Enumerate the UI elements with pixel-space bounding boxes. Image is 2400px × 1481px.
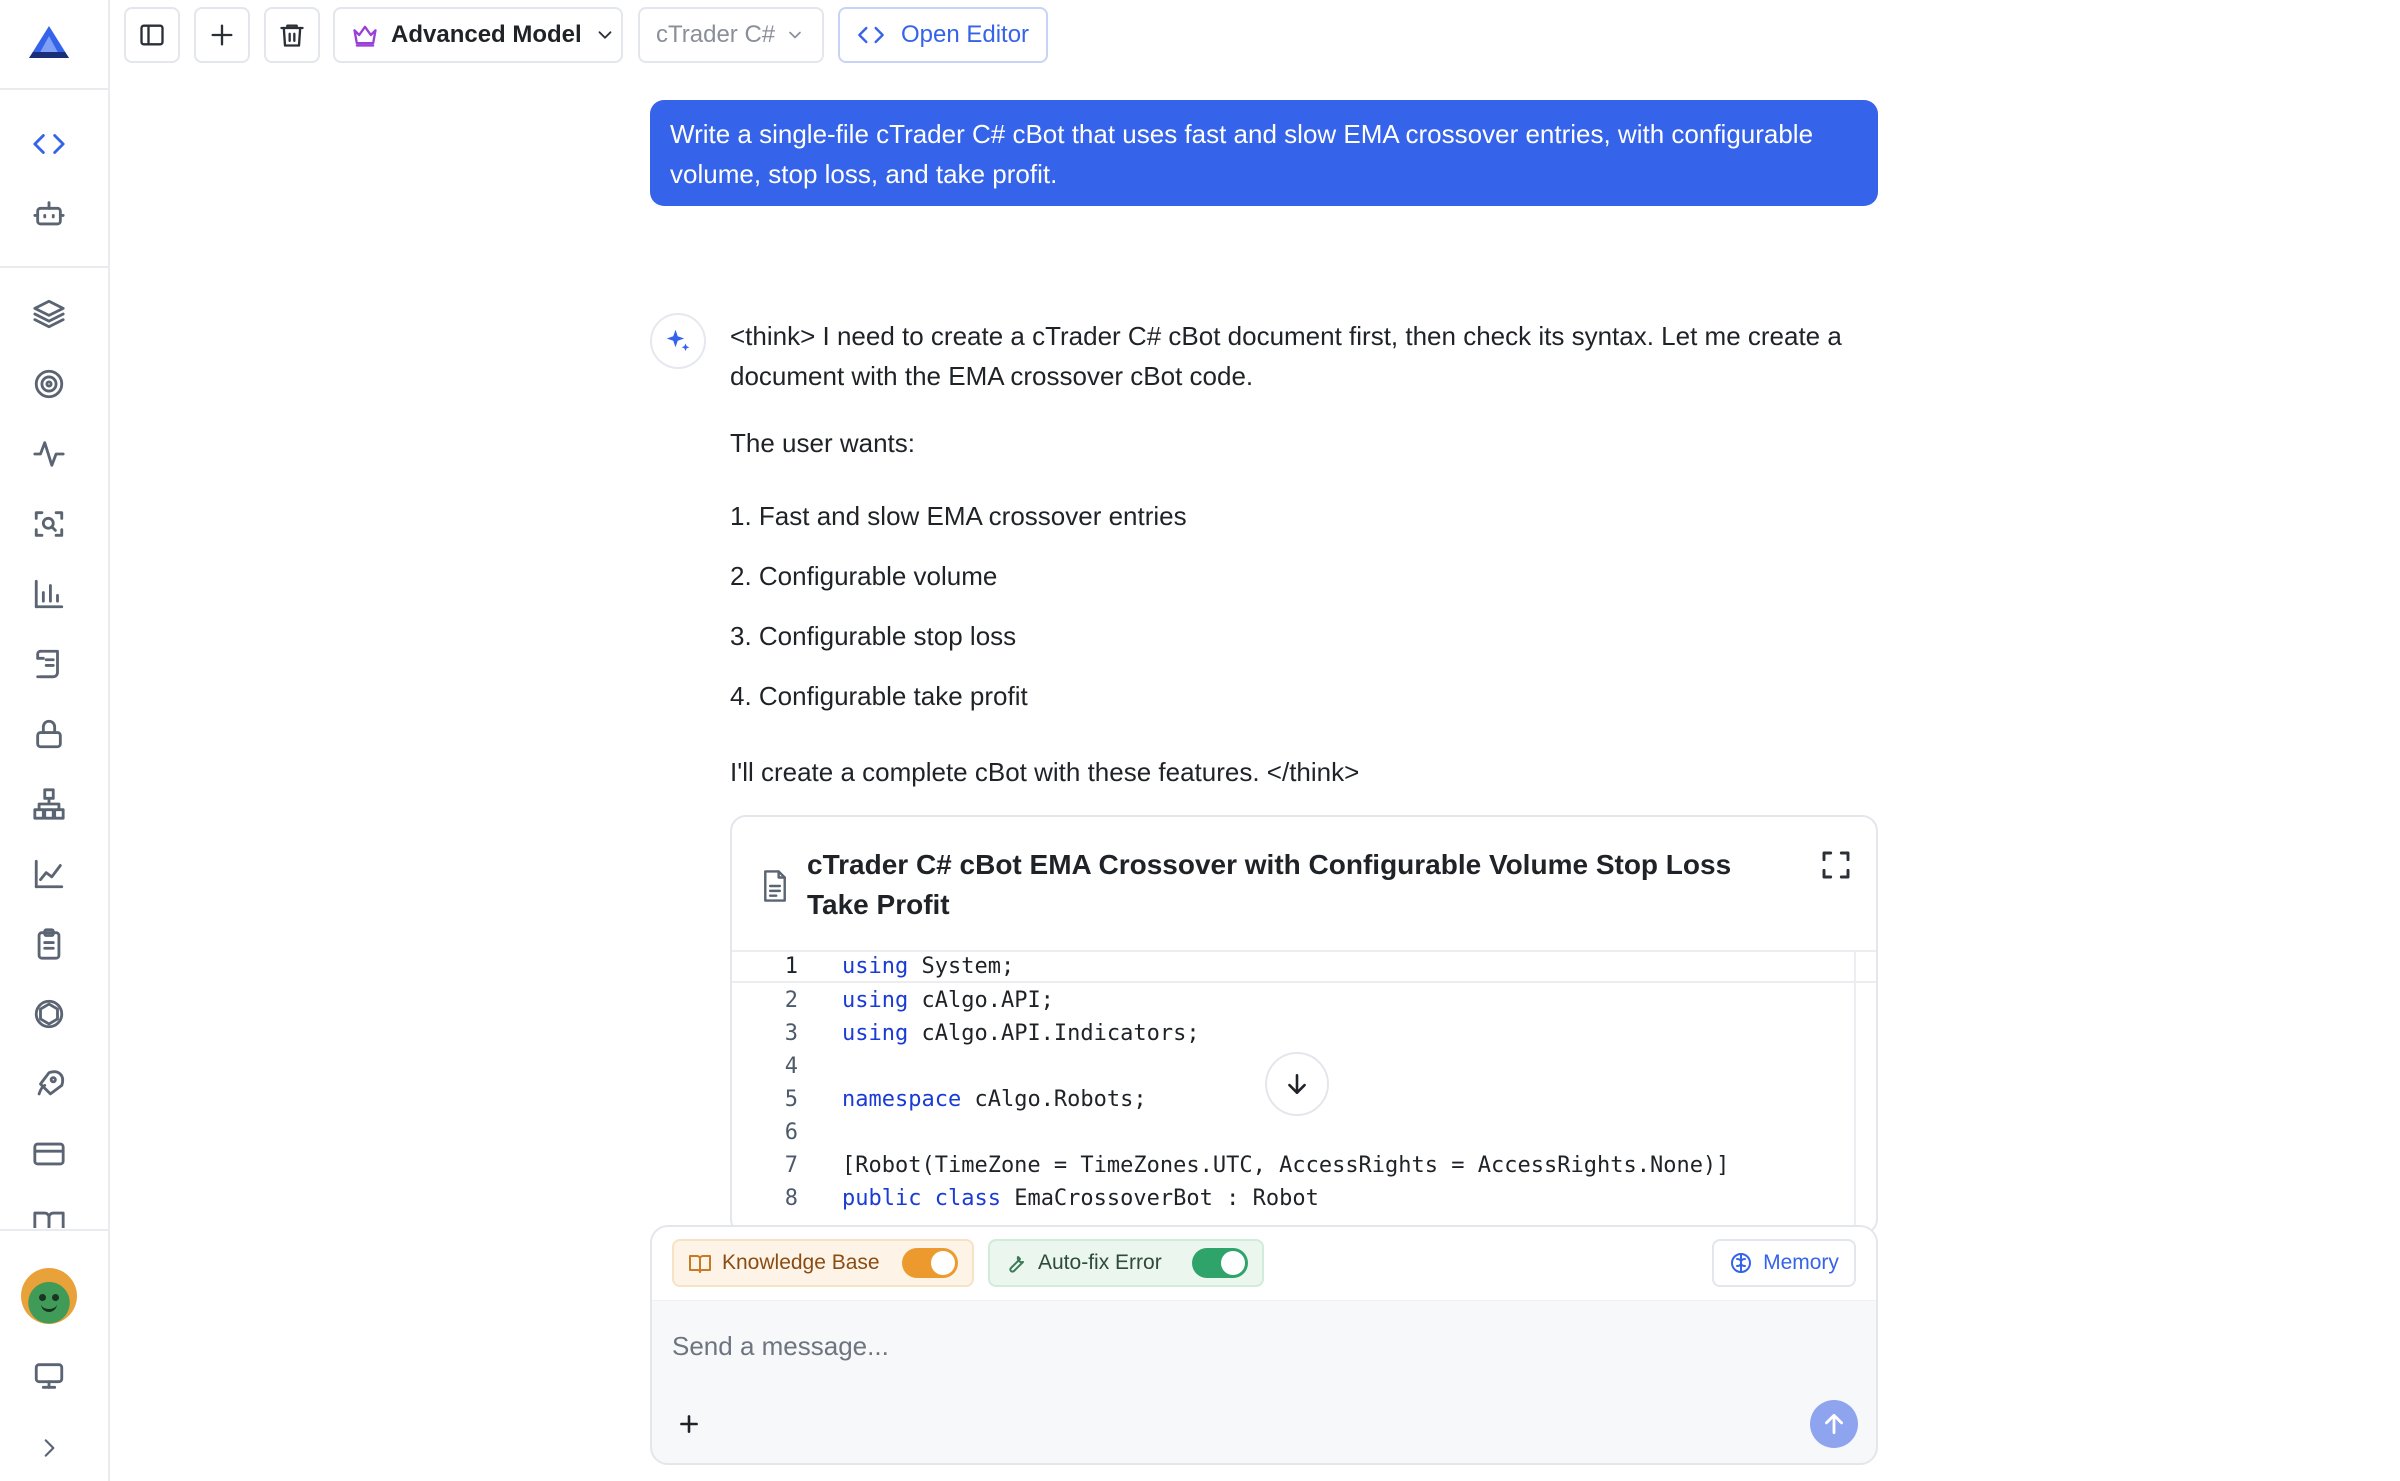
code-line: 3 using cAlgo.API.Indicators; — [784, 1021, 1200, 1046]
trash-icon — [280, 24, 304, 47]
arrow-down-icon — [1288, 1074, 1306, 1094]
code-line: 8 public class EmaCrossoverBot : Robot — [784, 1186, 1319, 1211]
list-item: 4. Configurable take profit — [730, 681, 1028, 711]
activity-icon[interactable] — [31, 436, 67, 472]
toggle-sidebar-button[interactable] — [124, 7, 180, 63]
open-editor-button[interactable]: Open Editor — [838, 7, 1048, 63]
code-line: 6 — [784, 1120, 798, 1145]
assistant-requirements-list: 1. Fast and slow EMA crossover entries 2… — [730, 496, 1187, 736]
openai-icon[interactable] — [31, 996, 67, 1032]
document-icon — [764, 870, 786, 902]
delete-chat-button[interactable] — [264, 7, 320, 63]
model-label: Advanced Model — [391, 21, 582, 48]
autofix-switch[interactable] — [1192, 1248, 1248, 1278]
composer-options-bar: Knowledge Base Auto-fix Error Memory — [652, 1227, 1876, 1301]
code-icon[interactable] — [31, 126, 67, 162]
target-icon[interactable] — [31, 366, 67, 402]
credit-card-icon[interactable] — [31, 1136, 67, 1172]
rocket-icon[interactable] — [31, 1066, 67, 1102]
code-document-card: cTrader C# cBot EMA Crossover with Confi… — [730, 815, 1878, 1235]
model-select-button[interactable]: Advanced Model — [333, 7, 623, 63]
sidebar-divider — [0, 88, 108, 90]
plus-icon — [680, 1415, 698, 1433]
expand-sidebar-icon[interactable] — [31, 1430, 67, 1466]
wrench-icon — [1009, 1256, 1024, 1273]
network-icon[interactable] — [31, 786, 67, 822]
send-button[interactable] — [1810, 1400, 1858, 1448]
scan-search-icon[interactable] — [31, 506, 67, 542]
fullscreen-icon[interactable] — [1820, 849, 1852, 881]
autofix-toggle[interactable]: Auto-fix Error — [988, 1239, 1264, 1287]
book-icon — [689, 1255, 711, 1273]
sidebar-divider — [0, 1229, 108, 1231]
knowledge-base-toggle[interactable]: Knowledge Base — [672, 1239, 974, 1287]
user-message-bubble: Write a single-file cTrader C# cBot that… — [650, 100, 1878, 206]
assistant-closing-text: I'll create a complete cBot with these f… — [730, 757, 1360, 787]
user-avatar[interactable] — [21, 1268, 77, 1324]
lock-icon[interactable] — [31, 716, 67, 752]
knowledge-base-switch[interactable] — [902, 1248, 958, 1278]
monitor-icon[interactable] — [31, 1358, 67, 1394]
assistant-intro-text: <think> I need to create a cTrader C# cB… — [730, 321, 1842, 391]
bar-chart-icon[interactable] — [31, 576, 67, 612]
code-line: 7 [Robot(TimeZone = TimeZones.UTC, Acces… — [784, 1153, 1730, 1178]
open-editor-label: Open Editor — [900, 21, 1030, 48]
chevron-down-icon — [598, 31, 612, 39]
app-logo-icon[interactable] — [25, 22, 73, 62]
memory-label: Memory — [1763, 1251, 1839, 1274]
knowledge-base-label: Knowledge Base — [722, 1251, 880, 1274]
memory-button[interactable]: Memory — [1712, 1239, 1856, 1287]
assistant-wants-label: The user wants: — [730, 428, 915, 458]
plus-icon — [211, 24, 233, 46]
attach-button[interactable] — [672, 1407, 706, 1441]
scroll-down-button[interactable] — [1265, 1052, 1329, 1116]
arrow-up-icon — [1825, 1413, 1843, 1435]
list-item: 2. Configurable volume — [730, 561, 998, 591]
sidebar — [0, 0, 110, 1481]
sparkle-icon — [666, 329, 690, 351]
message-composer: Knowledge Base Auto-fix Error Memory — [650, 1225, 1878, 1465]
assistant-avatar — [650, 313, 706, 369]
language-select-button[interactable]: cTrader C# — [638, 7, 824, 63]
code-card-title: cTrader C# cBot EMA Crossover with Confi… — [807, 849, 1732, 920]
code-card-header: cTrader C# cBot EMA Crossover with Confi… — [732, 817, 1876, 952]
bot-icon[interactable] — [31, 196, 67, 232]
layers-icon[interactable] — [31, 296, 67, 332]
chevron-down-icon — [789, 31, 801, 39]
sidebar-divider — [0, 266, 108, 268]
code-icon — [858, 26, 884, 44]
new-chat-button[interactable] — [194, 7, 250, 63]
language-label: cTrader C# — [656, 21, 776, 48]
scroll-icon[interactable] — [31, 646, 67, 682]
book-icon[interactable] — [31, 1206, 67, 1228]
list-item: 1. Fast and slow EMA crossover entries — [730, 501, 1187, 531]
line-chart-icon[interactable] — [31, 856, 67, 892]
panel-icon — [140, 24, 164, 46]
code-line: 2 using cAlgo.API; — [784, 988, 1054, 1013]
code-line: 1 using System; — [732, 950, 1876, 983]
clipboard-icon[interactable] — [31, 926, 67, 962]
brain-icon — [1731, 1253, 1752, 1273]
message-input[interactable] — [672, 1323, 1772, 1369]
autofix-label: Auto-fix Error — [1038, 1251, 1162, 1274]
list-item: 3. Configurable stop loss — [730, 621, 1017, 651]
crown-icon — [353, 25, 377, 47]
code-scrollbar[interactable] — [1854, 952, 1856, 1233]
